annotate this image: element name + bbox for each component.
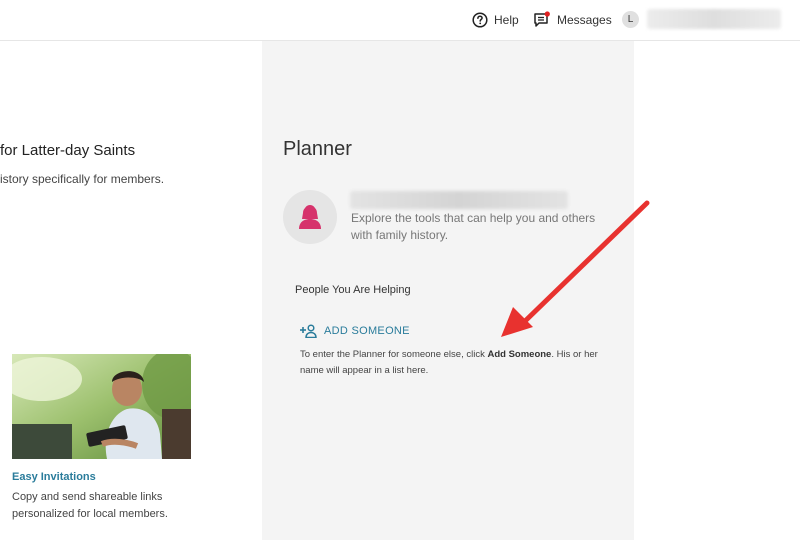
messages-link[interactable]: Messages [533, 9, 612, 31]
user-avatar[interactable]: L [622, 11, 639, 28]
planner-description: Explore the tools that can help you and … [351, 211, 596, 242]
help-icon [472, 12, 488, 28]
help-text-bold: Add Someone [487, 349, 552, 360]
promo-description: Copy and send shareable links personaliz… [12, 491, 168, 520]
top-bar: Help Messages L [0, 0, 800, 41]
planner-avatar [283, 190, 337, 244]
promo-image[interactable] [12, 354, 191, 459]
people-helping-heading: People You Are Helping [295, 284, 411, 296]
add-someone-button[interactable]: ADD SOMEONE [299, 324, 410, 338]
chat-icon [533, 11, 551, 29]
help-label: Help [494, 13, 519, 27]
help-link[interactable]: Help [472, 9, 519, 31]
messages-label: Messages [557, 13, 612, 27]
add-person-icon [299, 324, 317, 338]
add-someone-help: To enter the Planner for someone else, c… [300, 347, 610, 379]
user-name-redacted [350, 191, 568, 209]
help-text-start: To enter the Planner for someone else, c… [300, 349, 488, 360]
planner-panel: Planner Explore the tools that can help … [262, 41, 634, 540]
planner-title: Planner [283, 138, 352, 160]
add-someone-label: ADD SOMEONE [324, 325, 410, 337]
section-title: for Latter-day Saints [0, 142, 136, 159]
user-name-redacted[interactable] [647, 9, 781, 29]
person-silhouette-icon [297, 200, 323, 235]
promo-title[interactable]: Easy Invitations [12, 471, 96, 483]
section-subtitle: istory specifically for members. [0, 172, 165, 186]
